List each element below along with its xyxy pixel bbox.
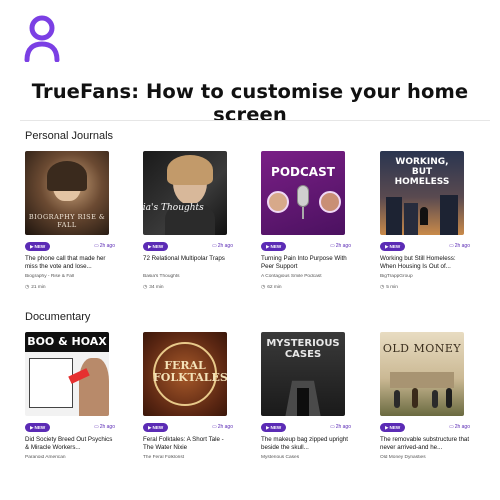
new-badge: ▶ NEW	[380, 241, 406, 251]
artwork-title-text: Basia's Thoughts	[143, 203, 204, 213]
calendar-icon: ▭	[211, 424, 217, 430]
calendar-icon: ▭	[448, 424, 454, 430]
play-icon: ▶	[148, 243, 152, 249]
time-ago: ▭ 2h ago	[93, 243, 115, 249]
play-icon: ▶	[30, 424, 34, 430]
artwork-title-text: BOO & HOAX	[27, 335, 107, 348]
episode-title[interactable]: The phone call that made her miss the vo…	[25, 255, 115, 271]
artwork-title-text: WORKING, BUT HOMELESS	[394, 157, 450, 187]
clock-icon: ◷	[261, 285, 266, 290]
duration: ◷ 21 min	[25, 285, 46, 290]
episode-title[interactable]: Turning Pain Into Purpose With Peer Supp…	[261, 255, 351, 271]
calendar-icon: ▭	[448, 243, 454, 249]
new-badge: ▶ NEW	[143, 241, 169, 251]
new-badge: ▶ NEW	[261, 241, 287, 251]
duration: ◷ 62 min	[261, 285, 282, 290]
episode-card[interactable]: WORKING, BUT HOMELESS ▶ NEW ▭ 2h ago Worki…	[380, 151, 470, 290]
episode-card[interactable]: PODCAST ▶ NEW ▭ 2h ago Turning Pain Into P…	[261, 151, 351, 290]
clock-icon: ◷	[25, 285, 30, 290]
episode-card[interactable]: Basia's Thoughts ▶NEW ▭2h ago 72 Relatio…	[143, 151, 233, 290]
new-badge: ▶ NEW	[25, 422, 51, 432]
episode-card[interactable]: MYSTERIOUS CASES ▶ NEW ▭ 2h ago The makeup…	[261, 332, 351, 460]
episode-artwork[interactable]: WORKING, BUT HOMELESS	[380, 151, 464, 235]
new-badge: ▶ NEW	[25, 241, 51, 251]
new-badge: ▶ NEW	[380, 422, 406, 432]
new-badge: ▶ NEW	[143, 422, 169, 432]
episode-artwork[interactable]: PODCAST	[261, 151, 345, 235]
episode-title[interactable]: Feral Folktales: A Short Tale - The Wate…	[143, 436, 233, 452]
home-screen-panel: Personal Journals BIOGRAPHY RISE & FALL …	[20, 120, 490, 466]
duration: ◷ 5 min	[380, 285, 398, 290]
artwork-title-text: PODCAST	[271, 165, 335, 179]
section-title-personal-journals: Personal Journals	[25, 130, 114, 142]
episode-title[interactable]: The removable substructure that never ar…	[380, 436, 470, 452]
time-ago: ▭ 2h ago	[211, 424, 233, 430]
podcast-name[interactable]: Basia's Thoughts	[143, 274, 233, 279]
play-icon: ▶	[385, 243, 389, 249]
podcast-name[interactable]: Old Money Dynasties	[380, 455, 470, 460]
time-ago: ▭ 2h ago	[448, 243, 470, 249]
episode-artwork[interactable]: MYSTERIOUS CASES	[261, 332, 345, 416]
artwork-title-text: MYSTERIOUS CASES	[266, 338, 340, 360]
new-badge: ▶ NEW	[261, 422, 287, 432]
podcast-name[interactable]: The Feral Folklorist	[143, 455, 233, 460]
episode-title[interactable]: Working but Still Homeless: When Housing…	[380, 255, 470, 271]
calendar-icon: ▭	[93, 424, 99, 430]
play-icon: ▶	[266, 424, 270, 430]
artwork-title-text: OLD MONEY	[382, 342, 462, 355]
podcast-name[interactable]: Mysterious Cases	[261, 455, 351, 460]
episode-title[interactable]: 72 Relational Multipolar Traps	[143, 255, 233, 271]
episode-artwork[interactable]: FERAL FOLKTALES	[143, 332, 227, 416]
time-ago: ▭ 2h ago	[329, 424, 351, 430]
podcast-name[interactable]: Paranoid American	[25, 455, 115, 460]
episode-card[interactable]: BIOGRAPHY RISE & FALL ▶ NEW ▭ 2h ago The p…	[25, 151, 115, 290]
artwork-title-text: BIOGRAPHY RISE & FALL	[28, 213, 106, 229]
play-icon: ▶	[385, 424, 389, 430]
truefans-logo-icon	[24, 15, 60, 62]
episode-card[interactable]: FERAL FOLKTALES ▶ NEW ▭ 2h ago Feral Folkt…	[143, 332, 233, 460]
podcast-name[interactable]: A Contagious Smile Podcast	[261, 274, 351, 279]
calendar-icon: ▭	[211, 243, 217, 249]
artwork-title-text: FERAL FOLKTALES	[153, 359, 227, 384]
duration: ◷ 34 min	[143, 285, 164, 290]
episode-title[interactable]: The makeup bag zipped upright beside the…	[261, 436, 351, 452]
play-icon: ▶	[266, 243, 270, 249]
calendar-icon: ▭	[329, 243, 335, 249]
section-title-documentary: Documentary	[25, 311, 91, 323]
episode-card[interactable]: BOO & HOAX ▶ NEW ▭ 2h ago Did Society Bree…	[25, 332, 115, 460]
clock-icon: ◷	[380, 285, 385, 290]
calendar-icon: ▭	[93, 243, 99, 249]
time-ago: ▭ 2h ago	[93, 424, 115, 430]
time-ago: ▭ 2h ago	[448, 424, 470, 430]
time-ago: ▭ 2h ago	[211, 243, 233, 249]
episode-artwork[interactable]: BOO & HOAX	[25, 332, 109, 416]
play-icon: ▶	[30, 243, 34, 249]
calendar-icon: ▭	[329, 424, 335, 430]
episode-artwork[interactable]: BIOGRAPHY RISE & FALL	[25, 151, 109, 235]
episode-title[interactable]: Did Society Breed Out Psychics & Miracle…	[25, 436, 115, 452]
podcast-name[interactable]: Biography - Rise & Fall	[25, 274, 115, 279]
episode-card[interactable]: OLD MONEY ▶ NEW ▭ 2h ago The removable sub…	[380, 332, 470, 460]
time-ago: ▭ 2h ago	[329, 243, 351, 249]
podcast-name[interactable]: BigTrappGroup	[380, 274, 470, 279]
episode-artwork[interactable]: OLD MONEY	[380, 332, 464, 416]
play-icon: ▶	[148, 424, 152, 430]
clock-icon: ◷	[143, 285, 148, 290]
episode-artwork[interactable]: Basia's Thoughts	[143, 151, 227, 235]
